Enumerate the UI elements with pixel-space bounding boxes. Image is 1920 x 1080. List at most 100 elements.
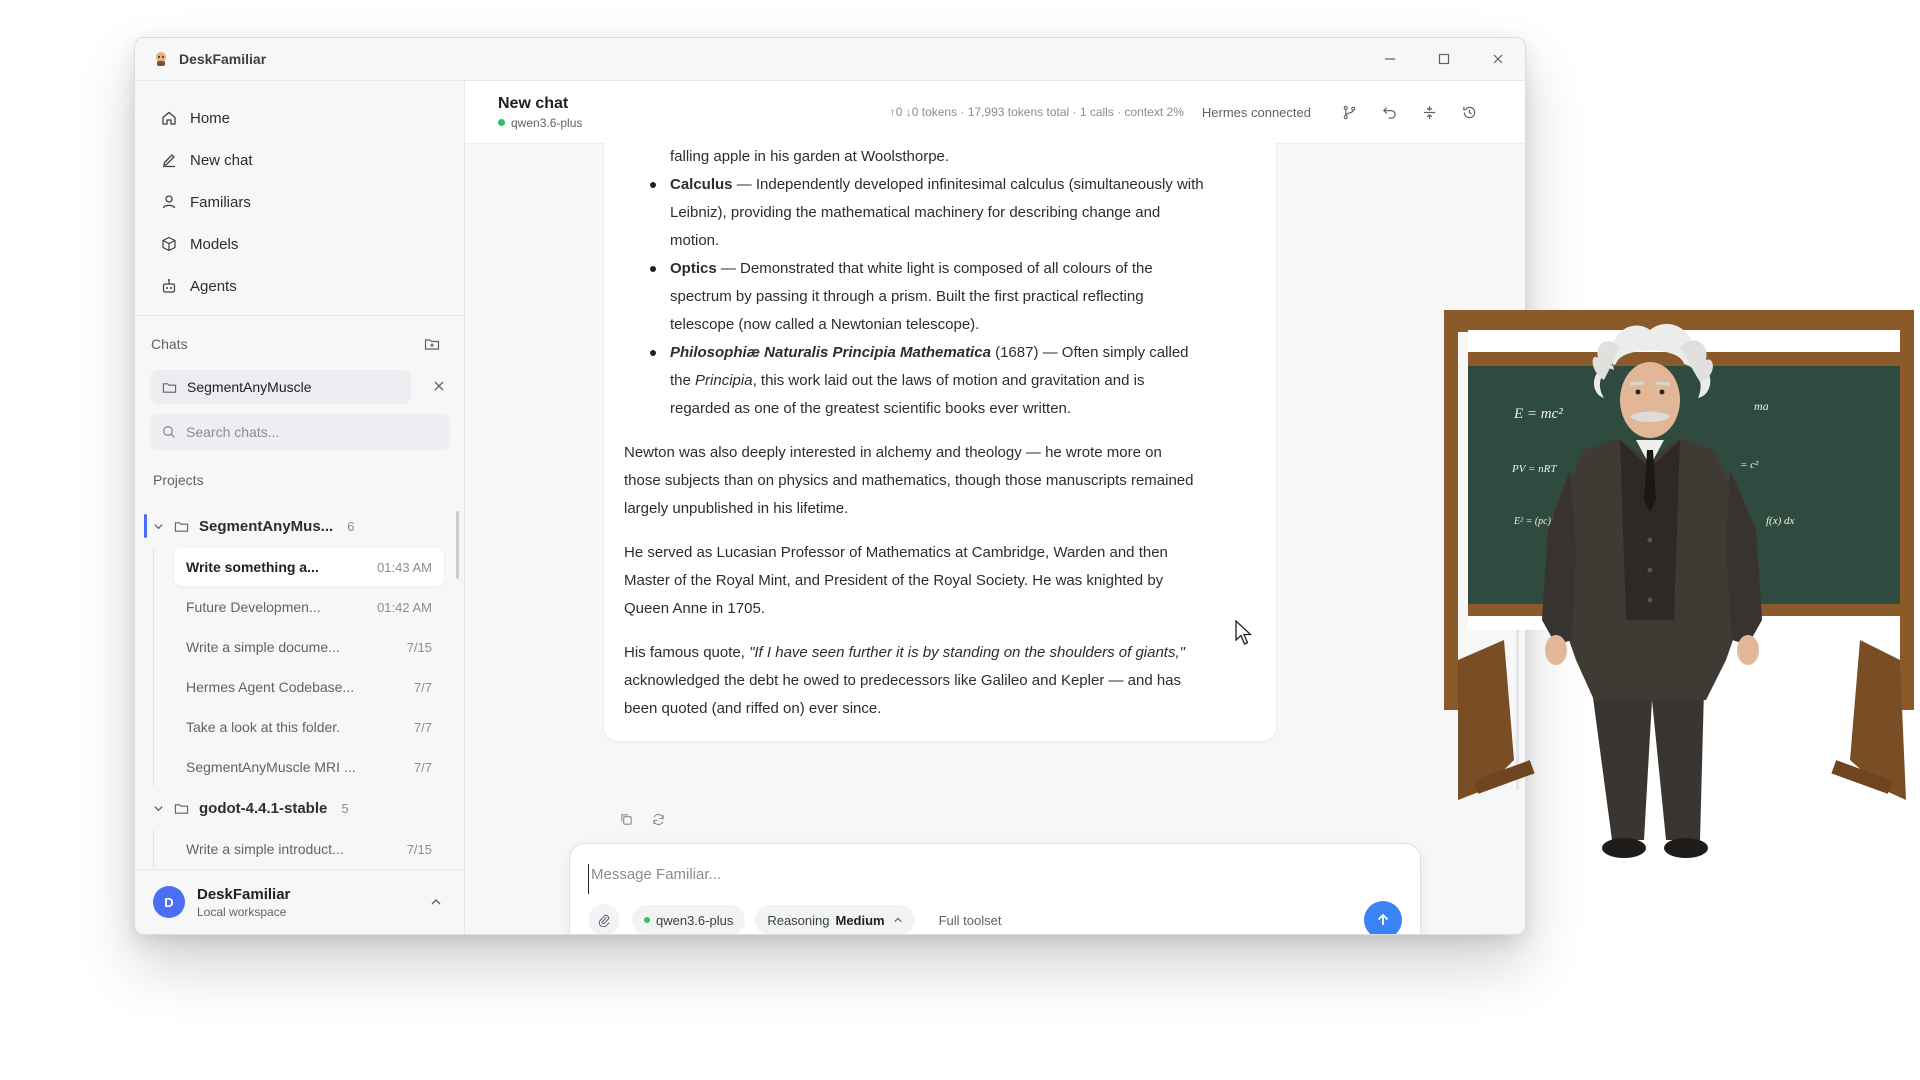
chevron-down-icon[interactable] [153,521,164,532]
reasoning-value: Medium [835,912,885,928]
projects-label: Projects [153,472,204,488]
list-item-principia: Philosophiæ Naturalis Principia Mathemat… [650,339,1252,423]
app-title: DeskFamiliar [179,51,267,67]
project-count: 6 [347,518,355,534]
list-item-gravity-tail: falling apple in his garden at Woolsthor… [670,143,1252,171]
principia-text-1: (1687) — Often simply called [990,344,1189,361]
para1-line1: Newton was also deeply interested in alc… [624,444,1162,461]
calculus-term: Calculus [670,176,733,193]
thread-time: 7/7 [413,719,432,735]
paperclip-icon [598,914,610,927]
thread-time: 7/7 [413,759,432,775]
attach-button[interactable] [588,904,620,934]
thread-time: 01:43 AM [377,559,432,575]
mouse-cursor-icon [1235,620,1253,645]
nav-models[interactable]: Models [135,223,464,265]
app-window: DeskFamiliar Home New chat Familiars Mod… [134,37,1526,935]
folder-add-icon[interactable] [424,336,440,352]
thread-item[interactable]: Take a look at this folder. 7/7 [174,708,444,746]
project-name: SegmentAnyMus... [199,517,334,535]
project-list: SegmentAnyMus... 6 Write something a... … [135,506,464,868]
chat-model-label: qwen3.6-plus [511,115,583,130]
minimize-button[interactable] [1363,38,1417,80]
copy-button[interactable] [610,807,642,831]
nav-home[interactable]: Home [135,97,464,139]
thread-item[interactable]: Write a simple docume... 7/15 [174,628,444,666]
chevron-down-icon[interactable] [153,803,164,814]
active-project-indicator [144,514,147,538]
regenerate-button[interactable] [642,807,674,831]
thread-time: 01:42 AM [377,599,432,615]
nav-new-chat[interactable]: New chat [135,139,464,181]
user-profile[interactable]: D DeskFamiliar Local workspace [135,869,464,934]
thread-item-active[interactable]: Write something a... 01:43 AM [174,548,444,586]
history-icon [1462,106,1475,118]
reasoning-chip[interactable]: Reasoning Medium [755,905,915,934]
undo-button[interactable] [1369,97,1409,127]
chat-filter-label: SegmentAnyMuscle [187,379,312,395]
folder-icon [174,521,189,532]
para2-line3: Queen Anne in 1705. [624,600,765,617]
undo-icon [1382,106,1396,119]
nav-familiars[interactable]: Familiars [135,181,464,223]
calculus-text-3: motion. [670,232,720,249]
toolset-selector[interactable]: Full toolset [939,913,1002,928]
thread-item[interactable]: Future Developmen... 01:42 AM [174,588,444,626]
project-godot[interactable]: godot-4.4.1-stable 5 [135,788,464,828]
thread-title: Future Developmen... [186,599,321,615]
optics-text-2: spectrum by passing it through a prism. … [670,288,1144,305]
message-body: falling apple in his garden at Woolsthor… [624,143,1252,723]
chat-model: qwen3.6-plus [498,116,582,130]
chevron-up-icon[interactable] [430,896,442,908]
project-name: godot-4.4.1-stable [199,799,328,817]
search-box [150,414,450,450]
reasoning-label: Reasoning [767,912,830,928]
project-count: 5 [341,800,349,816]
para1-line2: those subjects than on physics and mathe… [624,472,1194,489]
gravity-tail-text: falling apple in his garden at Woolsthor… [670,148,950,165]
optics-text-3: telescope (now called a Newtonian telesc… [670,316,980,333]
paragraph-alchemy: Newton was also deeply interested in alc… [624,439,1252,523]
clear-filter-icon[interactable] [432,379,446,393]
principia-short: Principia [695,372,753,389]
token-stats: ↑0 ↓0 tokens · 17,993 tokens total · 1 c… [889,105,1184,119]
chalk-eq-4: ma [1754,399,1769,413]
thread-title: SegmentAnyMuscle MRI ... [186,759,356,775]
cube-icon [162,236,176,252]
thread-title: Hermes Agent Codebase... [186,679,355,695]
thread-title: Take a look at this folder. [186,719,341,735]
chat-filter-chip[interactable]: SegmentAnyMuscle [150,370,444,404]
history-button[interactable] [1449,97,1489,127]
close-button[interactable] [1471,38,1525,80]
thread-item[interactable]: Write a simple introduct... 7/15 [174,830,444,868]
close-icon [1493,54,1503,64]
folder-icon [174,803,189,814]
compress-button[interactable] [1409,97,1449,127]
maximize-icon [1438,53,1450,65]
optics-term: Optics [670,260,717,277]
send-button[interactable] [1364,901,1402,934]
chalk-eq-6: f(x) dx [1766,515,1795,527]
thread-item[interactable]: Hermes Agent Codebase... 7/7 [174,668,444,706]
branch-button[interactable] [1329,97,1369,127]
nav-agents[interactable]: Agents [135,265,464,307]
list-item-calculus: Calculus — Independently developed infin… [650,171,1252,255]
para2-line2: Master of the Royal Mint, and President … [624,572,1164,589]
message-input[interactable] [588,864,1373,894]
maximize-button[interactable] [1417,38,1471,80]
para3-line3: been quoted (and riffed on) ever since. [624,700,882,717]
thread-time: 7/15 [406,841,432,857]
thread-item[interactable]: SegmentAnyMuscle MRI ... 7/7 [174,748,444,786]
para2-line1: He served as Lucasian Professor of Mathe… [624,544,1168,561]
sidebar-scrollbar[interactable] [456,511,459,579]
list-item-optics: Optics — Demonstrated that white light i… [650,255,1252,339]
chat-header: New chat qwen3.6-plus ↑0 ↓0 tokens · 17,… [465,81,1525,144]
nav-home-label: Home [190,109,231,127]
model-chip[interactable]: qwen3.6-plus [632,905,746,934]
familiar-character[interactable]: E = mc² PV = nRT E² = (pc)² + (m ma = c²… [1444,300,1920,860]
thread-time: 7/7 [413,679,432,695]
project-segmentanymuscle[interactable]: SegmentAnyMus... 6 [135,506,464,546]
window-controls [1363,38,1525,80]
search-input[interactable] [184,423,428,441]
calculus-text-1: — Independently developed infinitesimal … [732,176,1204,193]
